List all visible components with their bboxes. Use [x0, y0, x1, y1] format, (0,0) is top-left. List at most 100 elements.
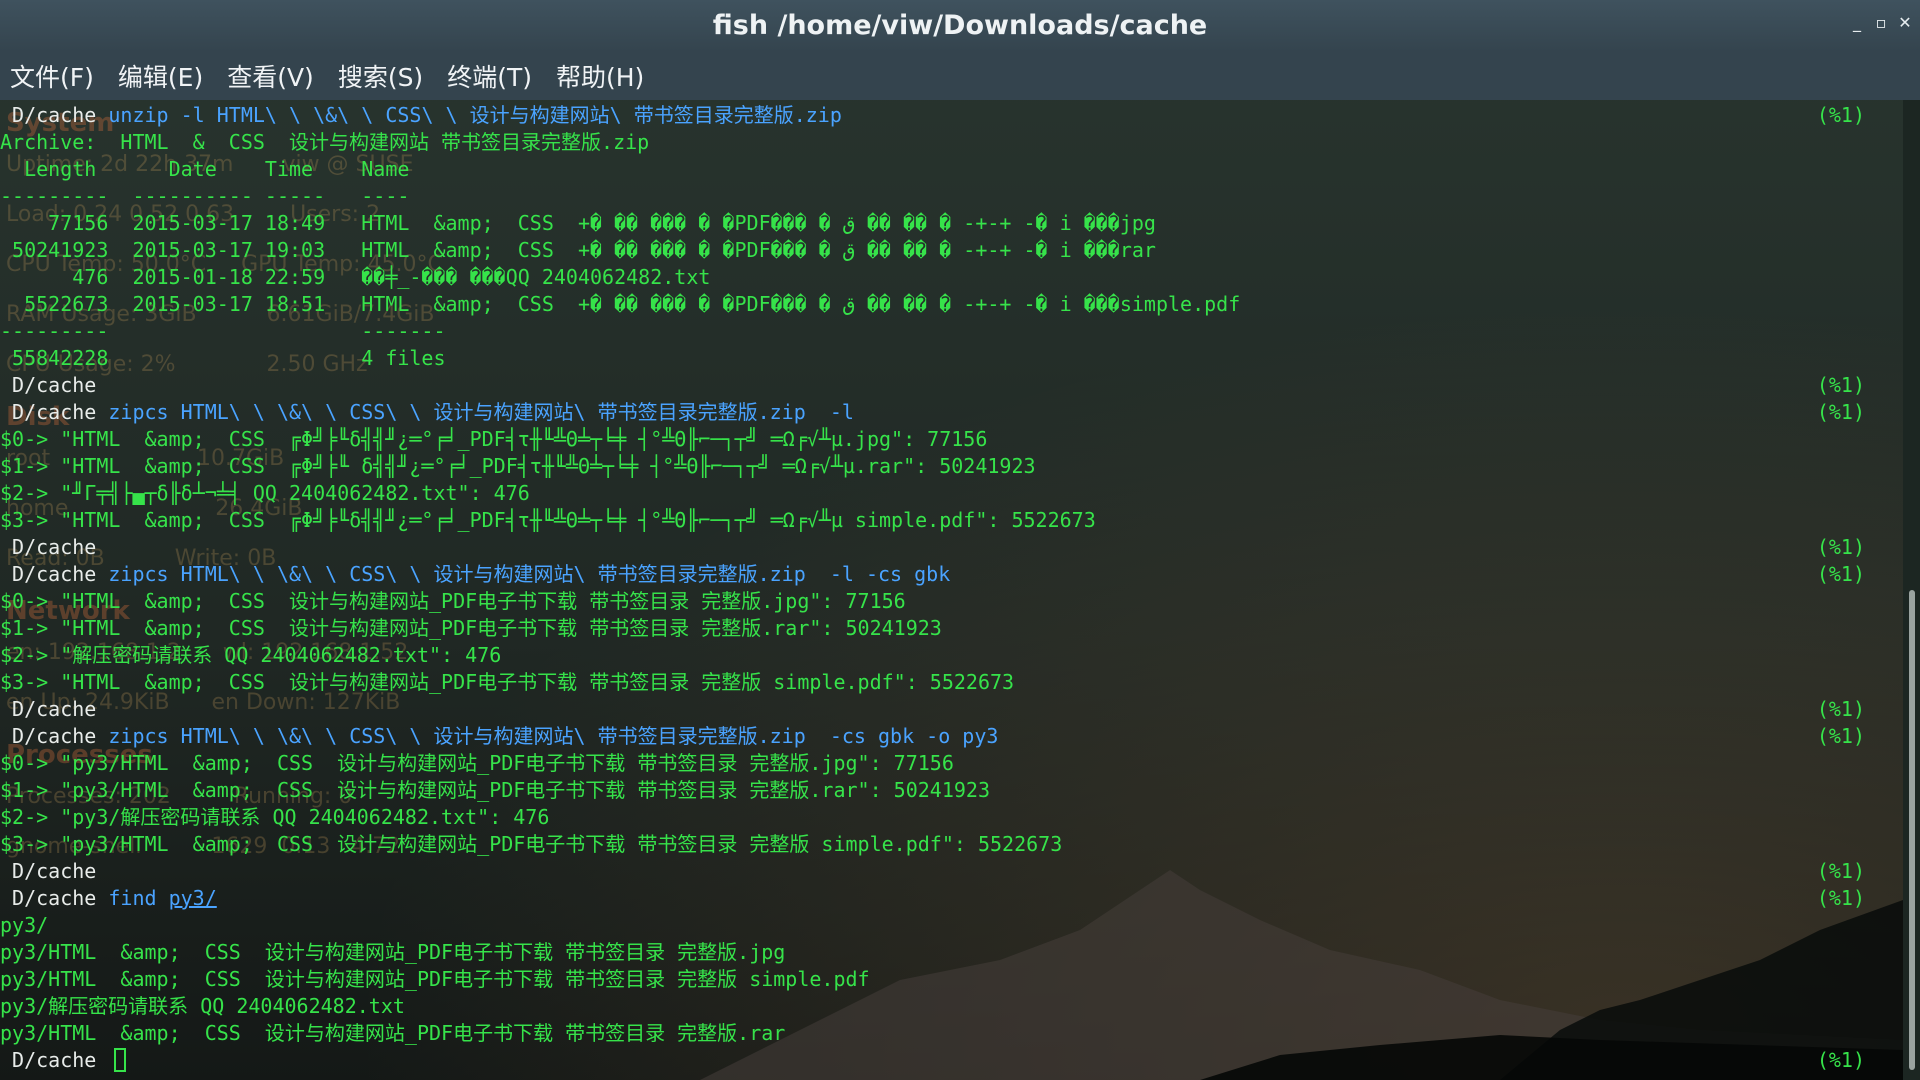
- terminal-window: fish /home/viw/Downloads/cache _ ▫ ✕ 文件(…: [0, 0, 1920, 1080]
- command-args: [157, 886, 169, 910]
- output-line: $0-> "py3/HTML &amp; CSS 设计与构建网站_PDF电子书下…: [0, 750, 1903, 777]
- output-line: $2-> "解压密码请联系 QQ 2404062482.txt": 476: [0, 642, 1903, 669]
- output-text: --------- ---------- ----- ----: [0, 184, 410, 208]
- output-line: 77156 2015-03-17 18:49 HTML &amp; CSS +�…: [0, 210, 1903, 237]
- prompt-dir: D/cache: [0, 373, 109, 397]
- window-title: fish /home/viw/Downloads/cache: [712, 10, 1208, 41]
- output-line: $1-> "HTML &amp; CSS 设计与构建网站_PDF电子书下载 带书…: [0, 615, 1903, 642]
- job-status-mark: (%1): [1816, 562, 1865, 586]
- output-text: py3/HTML &amp; CSS 设计与构建网站_PDF电子书下载 带书签目…: [0, 967, 870, 991]
- output-text: $0-> "HTML &amp; CSS 设计与构建网站_PDF电子书下载 带书…: [0, 589, 906, 613]
- output-text: $3-> "py3/HTML &amp; CSS 设计与构建网站_PDF电子书下…: [0, 832, 1063, 856]
- text-cursor: [114, 1048, 127, 1072]
- menu-view[interactable]: 查看(V): [217, 58, 324, 94]
- output-line: py3/解压密码请联系 QQ 2404062482.txt: [0, 993, 1903, 1020]
- output-line: --------- -------: [0, 318, 1903, 345]
- output-text: Length Date Time Name: [0, 157, 410, 181]
- output-line: 55842228 4 files: [0, 345, 1903, 372]
- output-line: $0-> "HTML &amp; CSS 设计与构建网站_PDF电子书下载 带书…: [0, 588, 1903, 615]
- prompt-dir: D/cache: [0, 535, 109, 559]
- close-icon[interactable]: ✕: [1896, 14, 1914, 32]
- output-text: $0-> "py3/HTML &amp; CSS 设计与构建网站_PDF电子书下…: [0, 751, 954, 775]
- command-args: -l HTML\ \ \&\ \ CSS\ \ 设计与构建网站\ 带书签目录完整…: [168, 103, 842, 127]
- output-line: $1-> "HTML &amp; CSS ╔Φ╝╞╙ δ╣╣╜¿═°╒╛_PDF…: [0, 453, 1903, 480]
- output-line: $3-> "HTML &amp; CSS 设计与构建网站_PDF电子书下载 带书…: [0, 669, 1903, 696]
- output-line: Archive: HTML & CSS 设计与构建网站 带书签目录完整版.zip: [0, 129, 1903, 156]
- scrollbar-thumb[interactable]: [1909, 590, 1915, 1070]
- menu-help[interactable]: 帮助(H): [546, 58, 654, 94]
- output-line: Length Date Time Name: [0, 156, 1903, 183]
- menu-bar: 文件(F) 编辑(E) 查看(V) 搜索(S) 终端(T) 帮助(H): [0, 52, 1920, 100]
- output-text: $1-> "HTML &amp; CSS 设计与构建网站_PDF电子书下载 带书…: [0, 616, 942, 640]
- output-text: $3-> "HTML &amp; CSS ╔Φ╝╞╙δ╣╣╜¿═°╒╛_PDF╡…: [0, 508, 1096, 532]
- job-status-mark: (%1): [1816, 535, 1865, 559]
- prompt-line: D/cache zipcs HTML\ \ \&\ \ CSS\ \ 设计与构建…: [0, 399, 1903, 426]
- menu-terminal[interactable]: 终端(T): [437, 58, 542, 94]
- output-line: $1-> "py3/HTML &amp; CSS 设计与构建网站_PDF电子书下…: [0, 777, 1903, 804]
- output-text: py3/HTML &amp; CSS 设计与构建网站_PDF电子书下载 带书签目…: [0, 1021, 786, 1045]
- command-name: zipcs: [108, 562, 169, 586]
- minimize-icon[interactable]: _: [1848, 14, 1866, 32]
- output-line: $3-> "py3/HTML &amp; CSS 设计与构建网站_PDF电子书下…: [0, 831, 1903, 858]
- output-text: $2-> "解压密码请联系 QQ 2404062482.txt": 476: [0, 643, 502, 667]
- job-status-mark: (%1): [1816, 724, 1865, 748]
- command-name: zipcs: [108, 400, 169, 424]
- prompt-dir: D/cache: [0, 724, 109, 748]
- job-status-mark: (%1): [1816, 400, 1865, 424]
- prompt-dir: D/cache: [0, 103, 109, 127]
- output-line: 476 2015-01-18 22:59 ��╪_-��� ���QQ 2404…: [0, 264, 1903, 291]
- prompt-line: D/cache find py3/ (%1): [0, 885, 1903, 912]
- command-args: HTML\ \ \&\ \ CSS\ \ 设计与构建网站\ 带书签目录完整版.z…: [168, 400, 854, 424]
- prompt-dir: D/cache: [0, 886, 109, 910]
- output-line: --------- ---------- ----- ----: [0, 183, 1903, 210]
- output-line: 5522673 2015-03-17 18:51 HTML &amp; CSS …: [0, 291, 1903, 318]
- output-text: 5522673 2015-03-17 18:51 HTML &amp; CSS …: [0, 292, 1241, 316]
- output-text: py3/解压密码请联系 QQ 2404062482.txt: [0, 994, 405, 1018]
- output-text: 55842228 4 files: [0, 346, 446, 370]
- prompt-dir: D/cache: [0, 697, 109, 721]
- prompt-line: D/cache (%1): [0, 858, 1903, 885]
- output-line: $0-> "HTML &amp; CSS ╔Φ╝╞╙δ╣╣╜¿═°╒╛_PDF╡…: [0, 426, 1903, 453]
- output-line: $2-> "py3/解压密码请联系 QQ 2404062482.txt": 47…: [0, 804, 1903, 831]
- output-line: $2-> "╜Γ╤╣├▄┬δ╟δ┴¬╧╡ QQ 2404062482.txt":…: [0, 480, 1903, 507]
- output-text: --------- -------: [0, 319, 446, 343]
- job-status-mark: (%1): [1816, 1048, 1865, 1072]
- command-args: HTML\ \ \&\ \ CSS\ \ 设计与构建网站\ 带书签目录完整版.z…: [168, 724, 999, 748]
- command-name: zipcs: [108, 724, 169, 748]
- menu-search[interactable]: 搜索(S): [328, 58, 433, 94]
- prompt-line: D/cache (%1): [0, 534, 1903, 561]
- terminal-area[interactable]: System Uptime: 2d 22h 37m viw @ SUSE Load:…: [0, 100, 1903, 1080]
- output-text: Archive: HTML & CSS 设计与构建网站 带书签目录完整版.zip: [0, 130, 650, 154]
- prompt-dir: D/cache: [0, 400, 109, 424]
- output-text: py3/: [0, 913, 49, 937]
- output-text: py3/HTML &amp; CSS 设计与构建网站_PDF电子书下载 带书签目…: [0, 940, 786, 964]
- prompt-line: D/cache unzip -l HTML\ \ \&\ \ CSS\ \ 设计…: [0, 102, 1903, 129]
- command-name: unzip: [108, 103, 169, 127]
- job-status-mark: (%1): [1816, 886, 1865, 910]
- command-args: HTML\ \ \&\ \ CSS\ \ 设计与构建网站\ 带书签目录完整版.z…: [168, 562, 951, 586]
- output-line: py3/HTML &amp; CSS 设计与构建网站_PDF电子书下载 带书签目…: [0, 939, 1903, 966]
- output-text: $1-> "HTML &amp; CSS ╔Φ╝╞╙ δ╣╣╜¿═°╒╛_PDF…: [0, 454, 1036, 478]
- output-text: $0-> "HTML &amp; CSS ╔Φ╝╞╙δ╣╣╜¿═°╒╛_PDF╡…: [0, 427, 988, 451]
- prompt-dir: D/cache: [0, 1048, 109, 1072]
- output-text: $2-> "╜Γ╤╣├▄┬δ╟δ┴¬╧╡ QQ 2404062482.txt":…: [0, 481, 530, 505]
- prompt-line: D/cache zipcs HTML\ \ \&\ \ CSS\ \ 设计与构建…: [0, 561, 1903, 588]
- output-text: $3-> "HTML &amp; CSS 设计与构建网站_PDF电子书下载 带书…: [0, 670, 1015, 694]
- job-status-mark: (%1): [1816, 859, 1865, 883]
- maximize-icon[interactable]: ▫: [1872, 14, 1890, 32]
- title-bar[interactable]: fish /home/viw/Downloads/cache _ ▫ ✕: [0, 0, 1920, 52]
- output-line: py3/HTML &amp; CSS 设计与构建网站_PDF电子书下载 带书签目…: [0, 966, 1903, 993]
- output-text: 50241923 2015-03-17 19:03 HTML &amp; CSS…: [0, 238, 1156, 262]
- scrollbar[interactable]: [1903, 100, 1920, 1080]
- path-link[interactable]: py3/: [169, 886, 217, 910]
- menu-file[interactable]: 文件(F): [0, 58, 104, 94]
- output-text: 77156 2015-03-17 18:49 HTML &amp; CSS +�…: [0, 211, 1156, 235]
- prompt-line: D/cache (%1): [0, 696, 1903, 723]
- job-status-mark: (%1): [1816, 697, 1865, 721]
- output-text: $2-> "py3/解压密码请联系 QQ 2404062482.txt": 47…: [0, 805, 550, 829]
- job-status-mark: (%1): [1816, 373, 1865, 397]
- menu-edit[interactable]: 编辑(E): [108, 58, 213, 94]
- prompt-line: D/cache zipcs HTML\ \ \&\ \ CSS\ \ 设计与构建…: [0, 723, 1903, 750]
- prompt-dir: D/cache: [0, 562, 109, 586]
- prompt-line: D/cache (%1): [0, 372, 1903, 399]
